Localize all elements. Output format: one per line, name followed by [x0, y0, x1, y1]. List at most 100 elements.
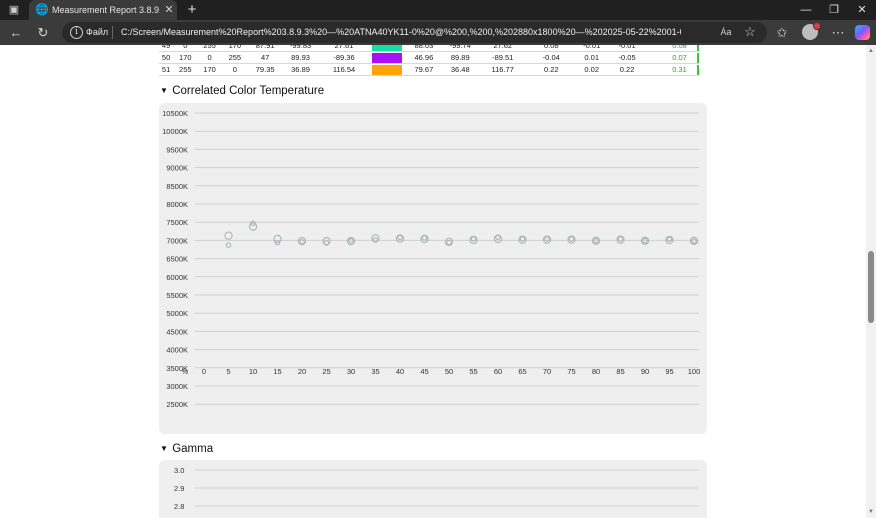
x-tick-label: 5	[226, 367, 230, 376]
info-icon[interactable]: i	[70, 26, 83, 39]
table-cell-dE: 0.07	[646, 51, 697, 64]
profile-avatar[interactable]	[802, 22, 821, 40]
table-cell-da: 0.02	[575, 63, 608, 76]
new-tab-button[interactable]: +	[184, 1, 200, 19]
restore-button[interactable]: ❐	[823, 2, 845, 18]
more-icon[interactable]: ⋯	[829, 24, 847, 42]
collapse-toggle-icon[interactable]: ▼	[160, 83, 169, 99]
x-tick-label: 30	[347, 367, 355, 376]
data-point	[225, 242, 232, 248]
y-tick-label: 7000K	[166, 236, 188, 245]
x-tick-label: 40	[396, 367, 404, 376]
x-tick-label: 85	[616, 367, 624, 376]
table-cell-db: 0.22	[607, 63, 647, 76]
scroll-up-arrow-icon[interactable]: ▲	[868, 48, 874, 54]
x-tick-label: 15	[273, 367, 281, 376]
y-tick-label: 9000K	[166, 164, 188, 173]
table-cell-mL: 46.96	[405, 51, 443, 64]
y-tick-label: 9500K	[166, 145, 188, 154]
collapse-toggle-icon[interactable]: ▼	[160, 441, 169, 457]
site-label: Файл	[86, 27, 109, 37]
table-cell-id: 50	[159, 51, 174, 64]
y-tick-label: 4500K	[166, 327, 188, 336]
data-point	[397, 234, 403, 241]
x-tick-label: 100	[688, 367, 701, 376]
x-tick-label: 25	[322, 367, 330, 376]
cct-title: Correlated Color Temperature	[172, 85, 325, 97]
favorites-icon[interactable]: ✩	[773, 24, 791, 42]
close-icon[interactable]: ✕	[163, 3, 175, 17]
y-tick-label: 6500K	[166, 255, 188, 264]
tab-strip-icon[interactable]: ▣	[7, 3, 21, 17]
y-tick-label: 4000K	[166, 346, 188, 355]
tab-title: Measurement Report 3.8.9.3 — A	[52, 5, 160, 15]
table-cell-bb: 116.54	[318, 63, 370, 76]
table-cell-a: 89.93	[282, 51, 319, 64]
cct-chart-svg: 10500K10000K9500K9000K8500K8000K7500K700…	[162, 109, 701, 409]
x-tick-label: 70	[543, 367, 551, 376]
url-text[interactable]: C:/Screen/Measurement%20Report%203.8.9.3…	[121, 25, 681, 40]
delta-e-bar	[696, 52, 699, 63]
delta-e-bar-cell	[696, 63, 699, 76]
gamma-chart: 3.0 2.9 2.8	[159, 460, 707, 518]
table-cell-id: 51	[159, 63, 174, 76]
table-cell-dE: 0.31	[646, 63, 697, 76]
table-cell-g: 170	[197, 63, 222, 76]
data-point	[691, 238, 697, 244]
y-tick-label: 6000K	[166, 273, 188, 282]
table-cell-r: 170	[173, 51, 198, 64]
table-cell-a: 36.89	[282, 63, 319, 76]
table-row: 50 170 0 255 47 89.93 -89.36 46.96 89.89 -89.51 -0…	[159, 51, 699, 64]
table-cell-da: 0.01	[575, 51, 608, 64]
table-cell-mb: 116.77	[478, 63, 527, 76]
measurement-table: 49 0 255 170 87.91 -99.83 27.61 88.03 -99.74 27.6…	[159, 45, 699, 76]
read-aloud-icon[interactable]: Áа	[719, 25, 733, 40]
back-arrow-icon[interactable]: ←	[7, 24, 25, 42]
data-point	[421, 235, 428, 241]
table-cell-g: 0	[197, 51, 222, 64]
x-tick-label: 90	[641, 367, 649, 376]
gamma-title: Gamma	[172, 443, 214, 455]
y-tick-label: 2.9	[174, 484, 184, 493]
y-tick-label: 2.8	[174, 502, 184, 511]
x-tick-label: 50	[445, 367, 453, 376]
x-tick-label: 80	[592, 367, 600, 376]
table-cell-r: 255	[173, 63, 198, 76]
address-bar[interactable]: i Файл C:/Screen/Measurement%20Report%20…	[62, 22, 767, 43]
y-tick-label: 2500K	[166, 400, 188, 409]
table-cell-L: 79.35	[247, 63, 283, 76]
minimize-button[interactable]: —	[795, 2, 817, 18]
table-cell-b: 0	[221, 63, 248, 76]
x-tick-label: 10	[249, 367, 257, 376]
delta-e-bar-cell	[696, 51, 699, 64]
table-cell-bb: -89.36	[318, 51, 370, 64]
cct-heading[interactable]: ▼ Correlated Color Temperature	[160, 83, 324, 99]
refresh-icon[interactable]: ↻	[34, 24, 52, 42]
table-row: 49 0 255 170 87.91 -99.83 27.61 88.03 -99.74 27.6…	[159, 45, 699, 52]
table-cell-ma: 36.48	[442, 63, 479, 76]
gamma-heading[interactable]: ▼ Gamma	[160, 441, 213, 457]
x-unit-label: %	[182, 367, 189, 376]
scroll-thumb[interactable]	[868, 251, 874, 323]
data-point	[273, 234, 282, 244]
table-cell-b: 255	[221, 51, 248, 64]
y-tick-label: 7500K	[166, 218, 188, 227]
delta-e-bar	[696, 45, 699, 51]
color-swatch-cell	[369, 51, 406, 64]
address-separator	[112, 26, 113, 39]
close-window-button[interactable]: ✕	[851, 2, 873, 18]
x-tick-label: 60	[494, 367, 502, 376]
globe-icon: 🌐	[35, 4, 49, 16]
title-bar: ▣ 🌐 Measurement Report 3.8.9.3 — A ✕ + —…	[0, 0, 876, 20]
page-viewport: 49 0 255 170 87.91 -99.83 27.61 88.03 -99.74 27.6…	[0, 45, 866, 518]
browser-tab[interactable]: 🌐 Measurement Report 3.8.9.3 — A ✕	[29, 0, 177, 20]
data-point	[446, 239, 452, 246]
table-cell-ma: 89.89	[442, 51, 479, 64]
vertical-scrollbar[interactable]: ▲ ▼	[866, 45, 876, 518]
browser-toolbar: ← ↻ i Файл C:/Screen/Measurement%20Repor…	[0, 20, 876, 45]
y-tick-label: 3.0	[174, 466, 184, 475]
copilot-icon[interactable]	[855, 25, 870, 40]
star-icon[interactable]: ☆	[742, 24, 758, 40]
color-swatch	[372, 45, 403, 51]
scroll-down-arrow-icon[interactable]: ▼	[868, 509, 874, 515]
